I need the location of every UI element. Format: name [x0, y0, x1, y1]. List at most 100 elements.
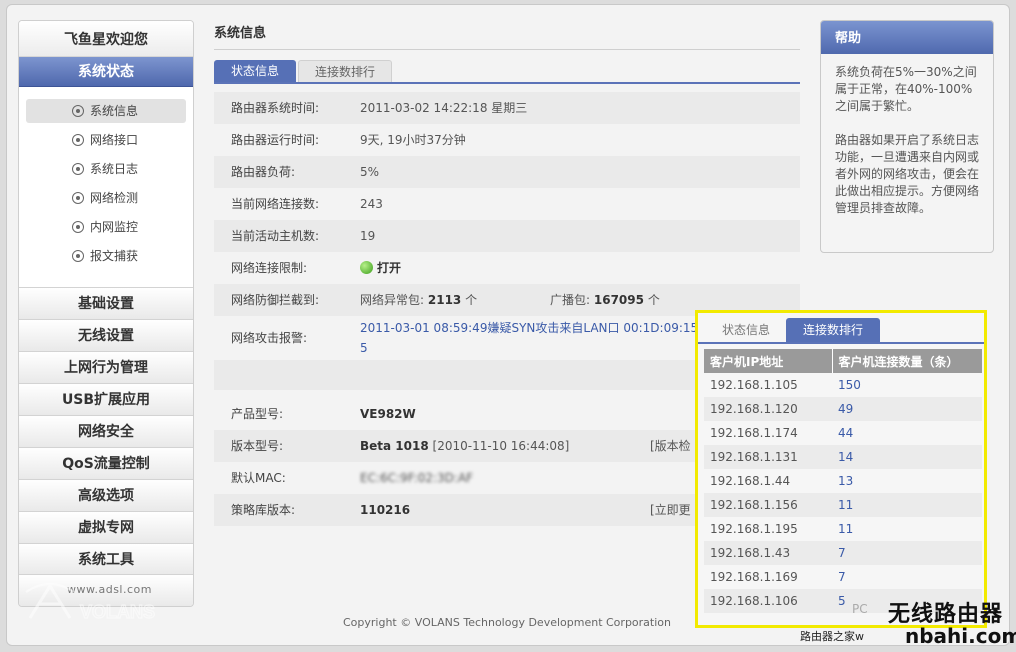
connection-count[interactable]: 150	[832, 373, 982, 397]
table-row: 192.168.1.174 44	[704, 421, 982, 445]
client-ip: 192.168.1.106	[704, 589, 832, 613]
broadcast-unit: 个	[647, 293, 660, 307]
info-row-uptime: 路由器运行时间: 9天, 19小时37分钟	[214, 124, 800, 156]
table-row: 192.168.1.43 7	[704, 541, 982, 565]
sidebar-item-packet-capture[interactable]: 报文捕获	[26, 244, 186, 268]
info-value: 243	[360, 197, 383, 211]
sidebar-sub-menu: 系统信息 网络接口 系统日志 网络检测 内网监控 报文捕获	[19, 87, 193, 287]
status-text: 打开	[377, 261, 402, 275]
info-key: 当前活动主机数:	[231, 229, 320, 243]
sidebar-item-network-interface[interactable]: 网络接口	[26, 128, 186, 152]
sidebar-item-system-log[interactable]: 系统日志	[26, 157, 186, 181]
sidebar-item-label: 网络检测	[90, 191, 139, 205]
sidebar-item-lan-monitor[interactable]: 内网监控	[26, 215, 186, 239]
attack-alert-line: 5	[360, 341, 368, 355]
connection-count[interactable]: 11	[832, 493, 982, 517]
client-ip: 192.168.1.131	[704, 445, 832, 469]
radio-icon	[72, 221, 84, 233]
tab-status-info[interactable]: 状态信息	[214, 60, 296, 82]
update-now-link[interactable]: [立即更	[650, 494, 691, 526]
connection-count[interactable]: 13	[832, 469, 982, 493]
tab-status-info[interactable]: 状态信息	[708, 318, 784, 342]
abnormal-count: 2113	[427, 293, 462, 307]
connection-count[interactable]: 44	[832, 421, 982, 445]
connection-count[interactable]: 11	[832, 517, 982, 541]
sidebar-category-behavior-management[interactable]: 上网行为管理	[19, 351, 193, 383]
connection-count[interactable]: 14	[832, 445, 982, 469]
connection-count[interactable]: 7	[832, 541, 982, 565]
attack-alert-line: 2011-03-01 08:59:49嫌疑SYN攻击来自LAN口 00:1D:0…	[360, 321, 710, 335]
help-title: 帮助	[821, 21, 993, 54]
info-key: 网络连接限制:	[231, 261, 308, 275]
info-key: 路由器运行时间:	[231, 133, 320, 147]
sidebar-item-label: 报文捕获	[90, 249, 139, 263]
sidebar-item-label: 系统信息	[90, 104, 139, 118]
table-row: 192.168.1.44 13	[704, 469, 982, 493]
tab-connection-ranking[interactable]: 连接数排行	[786, 318, 880, 342]
info-key: 默认MAC:	[231, 471, 286, 485]
main-tabs: 状态信息 连接数排行	[214, 60, 800, 84]
sidebar-item-system-info[interactable]: 系统信息	[26, 99, 186, 123]
svg-text:VOLANS: VOLANS	[80, 602, 155, 622]
info-key: 网络防御拦截到:	[231, 293, 320, 307]
info-value: 9天, 19小时37分钟	[360, 133, 466, 147]
radio-icon	[72, 105, 84, 117]
info-value: 网络异常包: 2113 个	[360, 284, 477, 316]
help-paragraph: 系统负荷在5%一30%之间属于正常，在40%-100%之间属于繁忙。	[835, 65, 977, 113]
product-model-value: VE982W	[360, 407, 416, 421]
info-value: 19	[360, 229, 376, 243]
broadcast-count: 167095	[593, 293, 644, 307]
sidebar-category-vpn[interactable]: 虚拟专网	[19, 511, 193, 543]
sidebar-category-system-tools[interactable]: 系统工具	[19, 543, 193, 575]
table-row: 192.168.1.169 7	[704, 565, 982, 589]
version-date: [2010-11-10 16:44:08]	[432, 439, 570, 453]
attack-alert-text[interactable]: 2011-03-01 08:59:49嫌疑SYN攻击来自LAN口 00:1D:0…	[360, 318, 710, 358]
sidebar-section-system-status[interactable]: 系统状态	[19, 57, 193, 87]
column-header-client-ip: 客户机IP地址	[704, 349, 832, 373]
sidebar-item-network-check[interactable]: 网络检测	[26, 186, 186, 210]
abnormal-unit: 个	[465, 293, 478, 307]
sidebar-category-wireless-settings[interactable]: 无线设置	[19, 319, 193, 351]
info-key: 路由器负荷:	[231, 165, 296, 179]
column-header-connection-count: 客户机连接数量（条）	[831, 349, 982, 373]
help-panel: 帮助 系统负荷在5%一30%之间属于正常，在40%-100%之间属于繁忙。 路由…	[820, 20, 994, 253]
sidebar-item-label: 网络接口	[90, 133, 139, 147]
info-value: 5%	[360, 165, 380, 179]
table-row: 192.168.1.131 14	[704, 445, 982, 469]
tab-connection-ranking[interactable]: 连接数排行	[298, 60, 392, 82]
connection-ranking-panel: 状态信息 连接数排行 客户机IP地址 客户机连接数量（条） 192.168.1.…	[695, 310, 987, 628]
radio-icon	[72, 250, 84, 262]
connection-count[interactable]: 7	[832, 565, 982, 589]
info-row-connection-limit: 网络连接限制: 打开	[214, 252, 800, 284]
client-ip: 192.168.1.195	[710, 522, 798, 536]
sidebar-category-usb-extensions[interactable]: USB扩展应用	[19, 383, 193, 415]
info-value: VE982W	[360, 398, 416, 430]
sidebar-category-qos[interactable]: QoS流量控制	[19, 447, 193, 479]
info-key: 当前网络连接数:	[231, 197, 320, 211]
info-row-active-hosts: 当前活动主机数: 19	[214, 220, 800, 252]
mac-value: EC:6C:9F:02:3D:AF	[360, 471, 474, 485]
watermark-small: 路由器之家w	[800, 630, 864, 643]
client-ip: 192.168.1.120	[704, 397, 832, 421]
radio-icon	[72, 134, 84, 146]
info-key: 策略库版本:	[231, 503, 296, 517]
info-value: Beta 1018 [2010-11-10 16:44:08]	[360, 430, 569, 462]
info-value: 110216	[360, 494, 410, 526]
table-row: 192.168.1.195 11	[704, 517, 982, 541]
connection-count[interactable]: 49	[832, 397, 982, 421]
info-value: 2011-03-02 14:22:18 星期三	[360, 101, 528, 115]
sidebar-category-network-security[interactable]: 网络安全	[19, 415, 193, 447]
page-title: 系统信息	[214, 20, 800, 50]
volans-logo-icon: VOLANS	[25, 583, 156, 623]
info-row-load: 路由器负荷: 5%	[214, 156, 800, 188]
info-key: 路由器系统时间:	[231, 101, 320, 115]
connection-ranking-table: 客户机IP地址 客户机连接数量（条） 192.168.1.105 150 192.…	[704, 349, 982, 613]
watermark-site-domain: nbahi.com	[905, 624, 1016, 648]
info-key: 网络攻击报警:	[231, 331, 308, 345]
sidebar-category-advanced-options[interactable]: 高级选项	[19, 479, 193, 511]
sidebar-category-basic-settings[interactable]: 基础设置	[19, 287, 193, 319]
table-row: 192.168.1.120 49	[704, 397, 982, 421]
version-check-link[interactable]: [版本检	[650, 430, 691, 462]
broadcast-label: 广播包:	[550, 293, 591, 307]
info-value: 广播包: 167095 个	[550, 284, 660, 316]
